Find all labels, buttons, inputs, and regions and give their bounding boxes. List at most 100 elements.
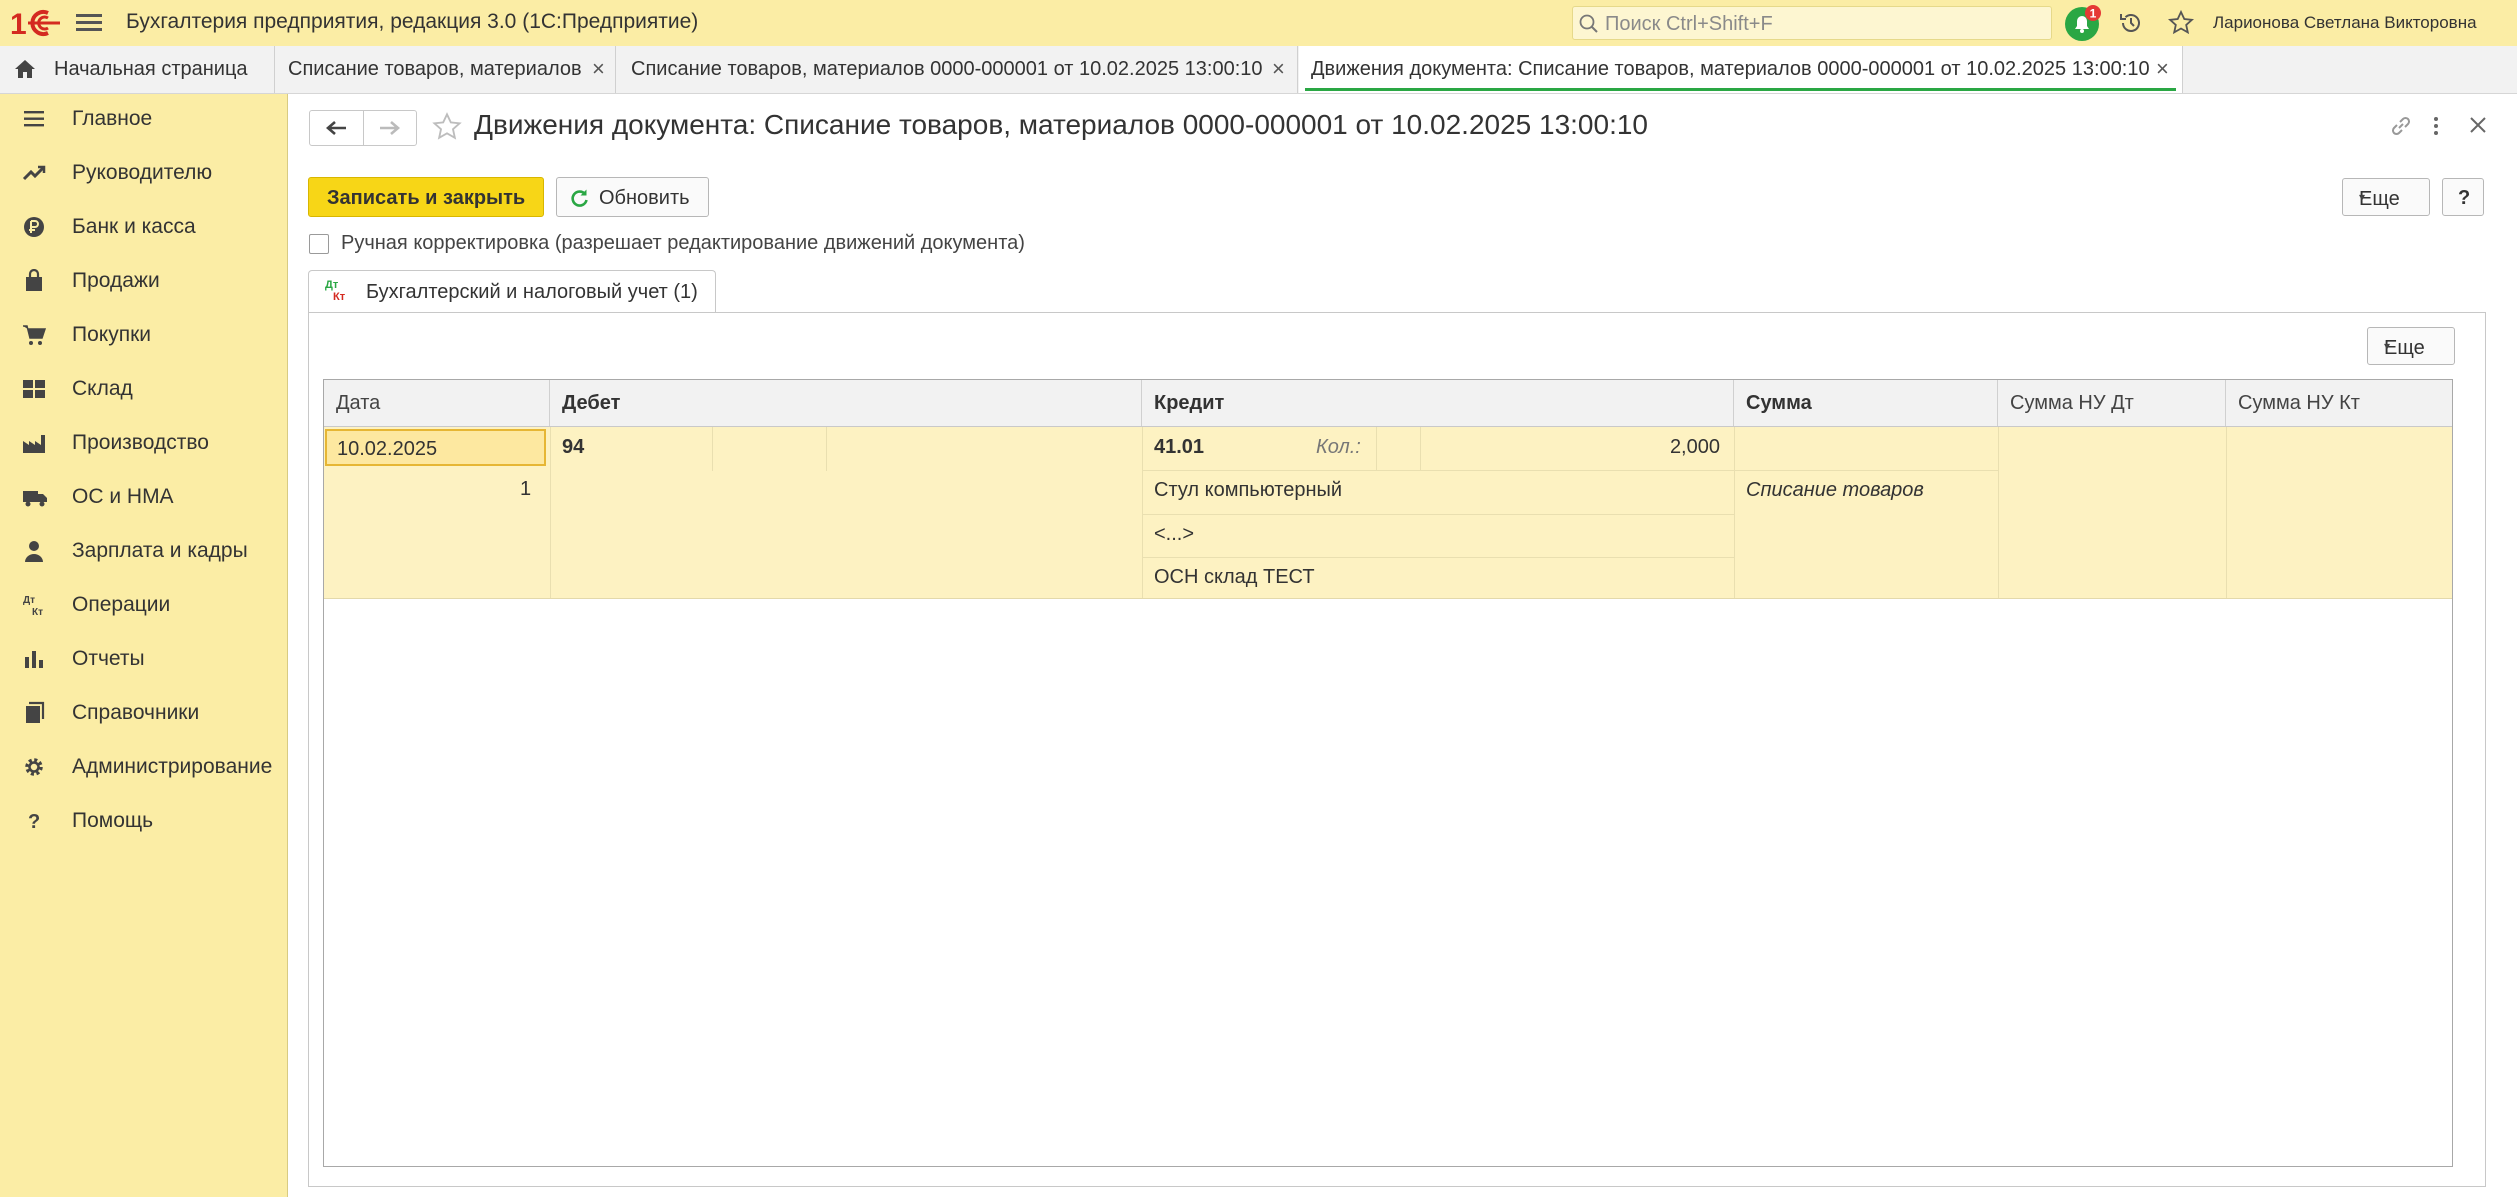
tab-home[interactable]: Начальная страница xyxy=(0,46,275,93)
date-cell[interactable]: 10.02.2025 xyxy=(325,429,546,466)
close-icon[interactable]: × xyxy=(1272,56,1285,82)
more-button[interactable]: Еще ▾ xyxy=(2342,178,2430,216)
column-header-sum-nu-dt[interactable]: Сумма НУ Дт xyxy=(1998,380,2226,426)
column-divider xyxy=(2226,427,2227,598)
column-header-credit[interactable]: Кредит xyxy=(1142,380,1734,426)
table-row[interactable]: 10.02.2025 1 94 41.01 Кол.: 2,000 Стул к… xyxy=(324,427,2452,599)
forward-button[interactable] xyxy=(364,111,417,145)
tab-writeoff-document[interactable]: Списание товаров, материалов 0000-000001… xyxy=(617,46,1298,93)
tab-writeoff-list[interactable]: Списание товаров, материалов × xyxy=(276,46,616,93)
help-button[interactable]: ? xyxy=(2442,178,2484,216)
sidebar-item-salary[interactable]: Зарплата и кадры xyxy=(0,526,288,576)
tab-label: Бухгалтерский и налоговый учет (1) xyxy=(366,281,698,303)
sidebar-item-operations[interactable]: Дт Кт Операции xyxy=(0,580,288,630)
credit-subconto-1[interactable]: Стул компьютерный xyxy=(1154,479,1342,502)
form-area: Движения документа: Списание товаров, ма… xyxy=(289,94,2517,1197)
sidebar-item-label: Отчеты xyxy=(72,647,145,670)
ruble-icon xyxy=(24,217,44,237)
main-menu-icon[interactable] xyxy=(76,10,102,36)
sidebar-item-warehouse[interactable]: Склад xyxy=(0,364,288,414)
more-actions-icon[interactable] xyxy=(2431,114,2441,138)
sidebar-item-label: Производство xyxy=(72,431,209,454)
truck-icon xyxy=(23,491,47,507)
open-tabs-bar: Начальная страница Списание товаров, мат… xyxy=(0,46,2517,94)
search-input[interactable] xyxy=(1603,11,2047,37)
column-header-sum[interactable]: Сумма xyxy=(1734,380,1998,426)
tab-document-movements[interactable]: Движения документа: Списание товаров, ма… xyxy=(1299,46,2183,93)
credit-subconto-3[interactable]: ОСН склад ТЕСТ xyxy=(1154,566,1315,589)
grid-more-button[interactable]: Еще ▾ xyxy=(2367,327,2455,365)
add-favorite-star-icon[interactable] xyxy=(432,112,462,142)
app-title: Бухгалтерия предприятия, редакция 3.0 (1… xyxy=(126,10,699,33)
svg-text:Кт: Кт xyxy=(32,607,43,617)
sidebar-item-label: Справочники xyxy=(72,701,200,724)
sidebar-item-label: Помощь xyxy=(72,809,154,832)
credit-subconto-2[interactable]: <...> xyxy=(1154,523,1194,546)
sidebar-item-reports[interactable]: Отчеты xyxy=(0,634,288,684)
notifications-bell-icon[interactable]: 1 xyxy=(2064,4,2102,42)
entries-table[interactable]: Дата Дебет Кредит Сумма Сумма НУ Дт Сумм… xyxy=(323,379,2453,1167)
sidebar-item-catalogs[interactable]: Справочники xyxy=(0,688,288,738)
history-icon[interactable] xyxy=(2118,10,2144,36)
dropdown-arrow-icon: ▾ xyxy=(2384,339,2391,353)
column-header-sum-nu-kt[interactable]: Сумма НУ Кт xyxy=(2226,380,2452,426)
tab-label: Начальная страница xyxy=(54,58,248,80)
svg-text:1: 1 xyxy=(10,8,27,41)
credit-account[interactable]: 41.01 xyxy=(1154,436,1204,459)
trend-icon xyxy=(22,165,46,181)
search-icon xyxy=(1579,14,1598,33)
close-icon[interactable]: × xyxy=(592,56,605,82)
tab-label: Движения документа: Списание товаров, ма… xyxy=(1311,58,2150,80)
column-divider xyxy=(550,427,551,598)
sidebar-item-label: Покупки xyxy=(72,323,151,346)
sidebar-item-fixed-assets[interactable]: ОС и НМА xyxy=(0,472,288,522)
column-divider xyxy=(1376,427,1377,471)
button-label: Записать и закрыть xyxy=(327,187,526,209)
sidebar-item-manager[interactable]: Руководителю xyxy=(0,148,288,198)
column-header-date[interactable]: Дата xyxy=(324,380,550,426)
top-bar: 1 Бухгалтерия предприятия, редакция 3.0 … xyxy=(0,0,2517,46)
refresh-button[interactable]: Обновить xyxy=(556,177,709,217)
link-icon[interactable] xyxy=(2389,114,2413,138)
credit-quantity[interactable]: 2,000 xyxy=(1424,436,1720,459)
save-and-close-button[interactable]: Записать и закрыть xyxy=(308,177,544,217)
manual-edit-label[interactable]: Ручная корректировка (разрешает редактир… xyxy=(341,232,1025,255)
sidebar-item-help[interactable]: ? Помощь xyxy=(0,796,288,846)
button-label: ? xyxy=(2458,187,2471,209)
debit-account[interactable]: 94 xyxy=(562,436,584,459)
bag-icon xyxy=(26,269,42,291)
search-box[interactable] xyxy=(1572,6,2052,40)
sidebar-item-label: Руководителю xyxy=(72,161,213,184)
column-header-debit[interactable]: Дебет xyxy=(550,380,1142,426)
dt-kt-icon: ДтКт xyxy=(23,595,43,617)
sidebar-item-label: Зарплата и кадры xyxy=(72,539,248,562)
sidebar-item-purchases[interactable]: Покупки xyxy=(0,310,288,360)
sidebar-item-main[interactable]: Главное xyxy=(0,94,288,144)
menu-icon xyxy=(24,111,44,127)
sidebar-item-label: Администрирование xyxy=(72,755,273,778)
form-title: Движения документа: Списание товаров, ма… xyxy=(474,109,1649,140)
close-icon[interactable]: × xyxy=(2156,56,2169,82)
manual-edit-checkbox[interactable] xyxy=(309,234,329,254)
question-icon: ? xyxy=(28,811,40,833)
sidebar-item-label: Продажи xyxy=(72,269,160,292)
cart-icon xyxy=(23,325,46,345)
tab-accounting-tax[interactable]: Дт Кт Бухгалтерский и налоговый учет (1) xyxy=(308,270,716,314)
sidebar-item-administration[interactable]: Администрирование xyxy=(0,742,288,792)
refresh-icon xyxy=(571,189,588,207)
column-divider xyxy=(1142,427,1143,598)
sidebar-item-bank[interactable]: Банк и касса xyxy=(0,202,288,252)
1c-logo[interactable]: 1 xyxy=(8,4,60,42)
sidebar-item-label: Склад xyxy=(72,377,133,400)
back-button[interactable] xyxy=(310,111,364,145)
quantity-label: Кол.: xyxy=(1316,436,1361,458)
sidebar-item-label: Банк и касса xyxy=(72,215,196,238)
dt-kt-icon: Дт Кт xyxy=(325,279,345,303)
favorites-star-icon[interactable] xyxy=(2168,10,2194,36)
sidebar-item-sales[interactable]: Продажи xyxy=(0,256,288,306)
close-form-icon[interactable] xyxy=(2467,114,2489,136)
entry-content[interactable]: Списание товаров xyxy=(1746,479,1924,502)
sidebar-item-production[interactable]: Производство xyxy=(0,418,288,468)
current-user[interactable]: Ларионова Светлана Викторовна xyxy=(2213,13,2477,33)
books-icon xyxy=(26,701,45,723)
